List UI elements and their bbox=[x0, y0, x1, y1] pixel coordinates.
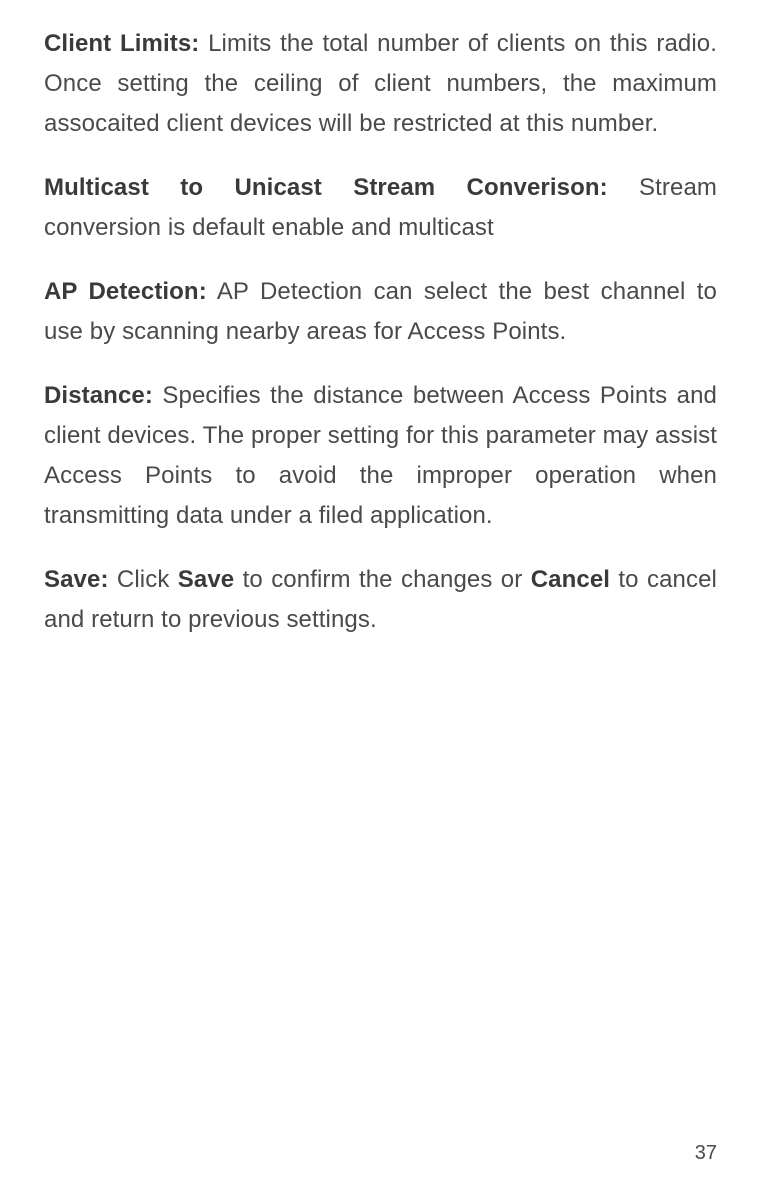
label-ap-detection: AP Detection: bbox=[44, 278, 207, 305]
text-save-mid: to confirm the changes or bbox=[234, 566, 530, 593]
paragraph-client-limits: Client Limits: Limits the total number o… bbox=[44, 24, 717, 144]
paragraph-distance: Distance: Specifies the distance between… bbox=[44, 376, 717, 536]
document-page: Client Limits: Limits the total number o… bbox=[0, 24, 761, 1195]
paragraph-ap-detection: AP Detection: AP Detection can select th… bbox=[44, 272, 717, 352]
label-save: Save: bbox=[44, 566, 109, 593]
bold-save: Save bbox=[178, 566, 234, 593]
bold-cancel: Cancel bbox=[531, 566, 610, 593]
label-distance: Distance: bbox=[44, 382, 153, 409]
paragraph-save: Save: Click Save to confirm the changes … bbox=[44, 560, 717, 640]
label-multicast: Multicast to Unicast Stream Converison: bbox=[44, 174, 608, 201]
text-save-before: Click bbox=[109, 566, 178, 593]
page-number: 37 bbox=[695, 1142, 717, 1165]
paragraph-multicast: Multicast to Unicast Stream Converison: … bbox=[44, 168, 717, 248]
label-client-limits: Client Limits: bbox=[44, 30, 199, 57]
